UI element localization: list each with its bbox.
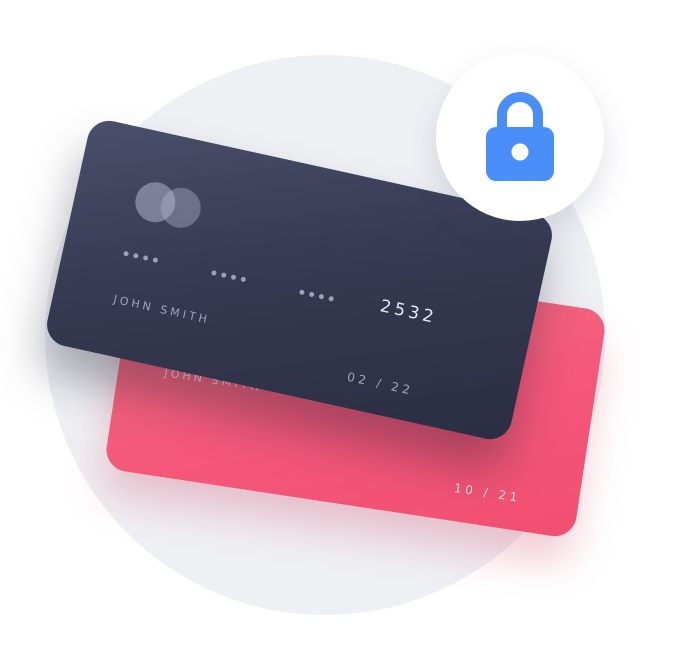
lock-badge: [436, 53, 604, 221]
card-number-group-3: [298, 289, 339, 303]
card-number-group-2: [211, 270, 251, 284]
card-logo-circles-icon: [131, 178, 209, 232]
illustration: JOHN SMITH 10 / 21 2532 JOHN SMITH 02 / …: [0, 0, 674, 668]
back-card-expiry: 10 / 21: [453, 480, 522, 505]
front-card-expiry: 02 / 22: [345, 369, 415, 398]
front-card-holder-name: JOHN SMITH: [112, 292, 212, 327]
lock-icon: [486, 92, 554, 181]
card-number-group-1: [123, 250, 163, 265]
